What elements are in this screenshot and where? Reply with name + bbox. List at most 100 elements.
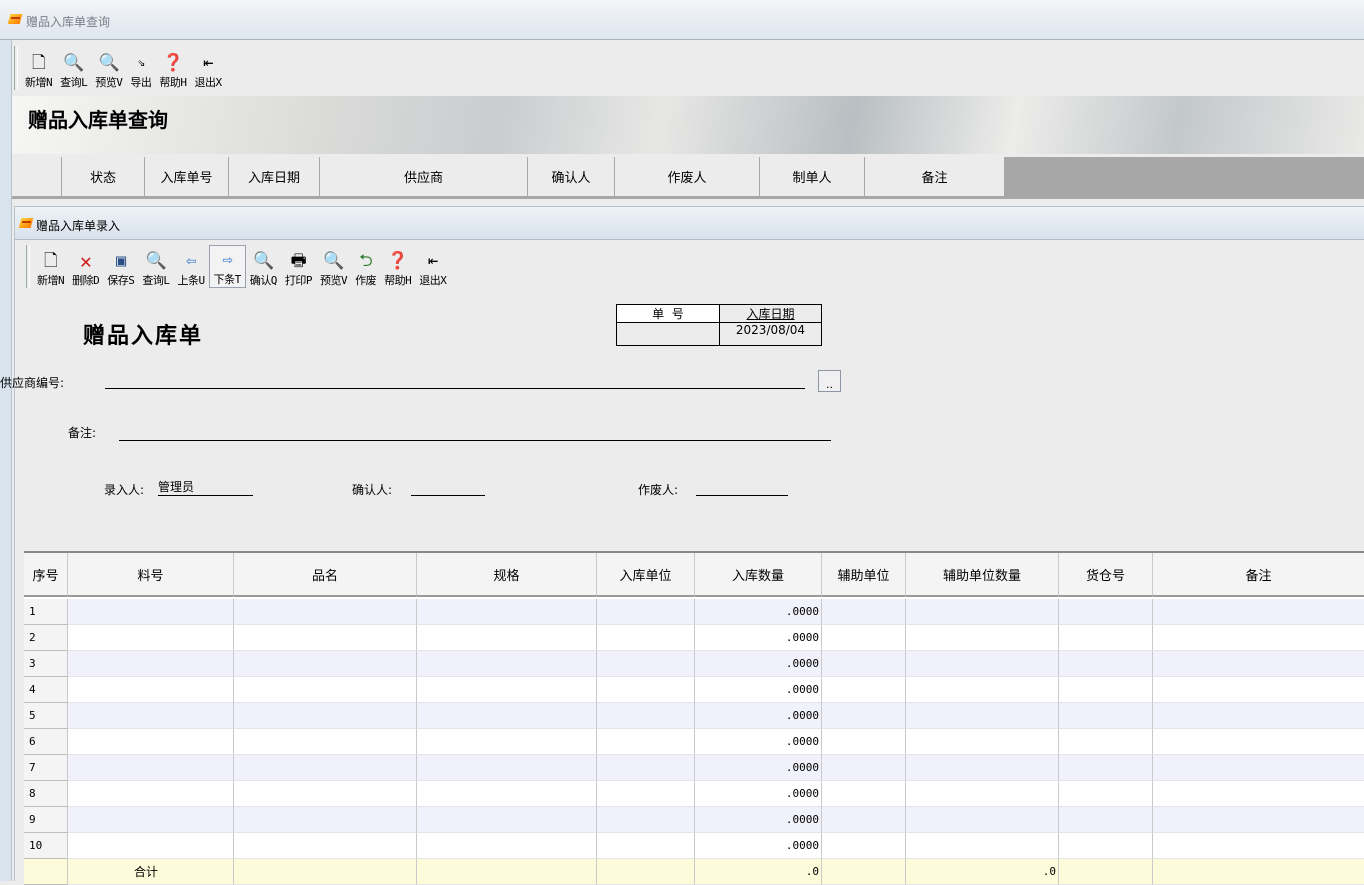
grid-col-header[interactable]: 入库数量 [695, 553, 822, 597]
query-col-header[interactable]: 备注 [865, 157, 1005, 197]
entry-confirm-button[interactable]: 🔍 确认Q [246, 245, 281, 288]
grid-cell[interactable] [1059, 781, 1153, 807]
entry-save-button[interactable]: ▣ 保存S [103, 245, 138, 288]
grid-cell[interactable] [234, 755, 417, 781]
table-row[interactable]: 3 .0000 [24, 651, 1364, 677]
grid-cell[interactable] [417, 807, 597, 833]
qty-cell[interactable]: .0000 [695, 703, 822, 729]
query-col-header[interactable]: 状态 [62, 157, 145, 197]
query-col-header[interactable]: 作废人 [615, 157, 760, 197]
grid-cell[interactable] [417, 599, 597, 625]
grid-cell[interactable] [68, 781, 234, 807]
grid-cell[interactable] [68, 677, 234, 703]
grid-cell[interactable] [1153, 703, 1364, 729]
grid-cell[interactable] [68, 651, 234, 677]
grid-cell[interactable] [597, 833, 695, 859]
entry-prev-button[interactable]: ⇦ 上条U [174, 245, 209, 288]
grid-cell[interactable] [906, 651, 1059, 677]
outer-export-button[interactable]: ⇘ 导出 [126, 46, 155, 90]
grid-cell[interactable] [1153, 833, 1364, 859]
grid-cell[interactable] [417, 651, 597, 677]
grid-cell[interactable] [822, 807, 906, 833]
entry-preview-button[interactable]: 🔍 预览V [316, 245, 351, 288]
entry-new-button[interactable]: 🗋 新增N [33, 245, 68, 288]
supplier-browse-button[interactable]: .. [818, 370, 841, 392]
grid-cell[interactable] [597, 703, 695, 729]
qty-cell[interactable]: .0000 [695, 651, 822, 677]
grid-cell[interactable] [597, 651, 695, 677]
query-col-header[interactable]: 入库日期 [229, 157, 320, 197]
grid-cell[interactable] [597, 807, 695, 833]
grid-cell[interactable] [597, 677, 695, 703]
table-row[interactable]: 1 .0000 [24, 599, 1364, 625]
grid-cell[interactable] [417, 677, 597, 703]
qty-cell[interactable]: .0000 [695, 807, 822, 833]
grid-cell[interactable] [1059, 729, 1153, 755]
grid-cell[interactable] [1059, 651, 1153, 677]
grid-cell[interactable] [822, 703, 906, 729]
qty-cell[interactable]: .0000 [695, 625, 822, 651]
grid-cell[interactable] [1059, 807, 1153, 833]
outer-exit-button[interactable]: ⇤ 退出X [191, 46, 226, 90]
grid-cell[interactable] [417, 781, 597, 807]
grid-cell[interactable] [906, 755, 1059, 781]
entry-exit-button[interactable]: ⇤ 退出X [415, 245, 450, 288]
entry-print-button[interactable]: 🖶 打印P [281, 245, 316, 288]
grid-cell[interactable] [906, 677, 1059, 703]
grid-cell[interactable] [906, 703, 1059, 729]
table-row[interactable]: 6 .0000 [24, 729, 1364, 755]
number-value[interactable] [617, 323, 720, 345]
grid-cell[interactable] [234, 807, 417, 833]
grid-cell[interactable] [417, 625, 597, 651]
grid-cell[interactable] [597, 599, 695, 625]
query-col-header[interactable]: 入库单号 [145, 157, 229, 197]
grid-col-header[interactable]: 序号 [24, 553, 68, 597]
grid-cell[interactable] [1153, 781, 1364, 807]
grid-col-header[interactable]: 辅助单位数量 [906, 553, 1059, 597]
grid-cell[interactable] [822, 833, 906, 859]
grid-col-header[interactable]: 辅助单位 [822, 553, 906, 597]
query-col-header[interactable]: 制单人 [760, 157, 865, 197]
grid-cell[interactable] [417, 833, 597, 859]
grid-cell[interactable] [822, 729, 906, 755]
grid-col-header[interactable]: 入库单位 [597, 553, 695, 597]
grid-cell[interactable] [417, 729, 597, 755]
table-row[interactable]: 4 .0000 [24, 677, 1364, 703]
grid-cell[interactable] [906, 833, 1059, 859]
entry-help-button[interactable]: ❓ 帮助H [380, 245, 415, 288]
grid-cell[interactable] [597, 729, 695, 755]
outer-new-button[interactable]: 🗋 新增N [21, 46, 56, 90]
grid-cell[interactable] [68, 625, 234, 651]
grid-cell[interactable] [234, 651, 417, 677]
grid-cell[interactable] [68, 729, 234, 755]
grid-col-header[interactable]: 备注 [1153, 553, 1364, 597]
grid-cell[interactable] [822, 677, 906, 703]
grid-cell[interactable] [1153, 599, 1364, 625]
grid-cell[interactable] [1153, 755, 1364, 781]
grid-cell[interactable] [822, 625, 906, 651]
qty-cell[interactable]: .0000 [695, 677, 822, 703]
grid-cell[interactable] [417, 755, 597, 781]
qty-cell[interactable]: .0000 [695, 833, 822, 859]
grid-cell[interactable] [1153, 651, 1364, 677]
outer-query-button[interactable]: 🔍 查询L [56, 46, 91, 90]
grid-cell[interactable] [906, 729, 1059, 755]
entry-delete-button[interactable]: ✕ 删除D [68, 245, 103, 288]
grid-cell[interactable] [1153, 807, 1364, 833]
grid-cell[interactable] [234, 599, 417, 625]
grid-cell[interactable] [1059, 599, 1153, 625]
date-value[interactable]: 2023/08/04 [720, 323, 821, 345]
grid-col-header[interactable]: 料号 [68, 553, 234, 597]
grid-cell[interactable] [1059, 755, 1153, 781]
grid-cell[interactable] [597, 755, 695, 781]
qty-cell[interactable]: .0000 [695, 729, 822, 755]
table-row[interactable]: 8 .0000 [24, 781, 1364, 807]
grid-cell[interactable] [234, 729, 417, 755]
grid-cell[interactable] [1059, 703, 1153, 729]
grid-cell[interactable] [906, 807, 1059, 833]
grid-cell[interactable] [68, 833, 234, 859]
grid-cell[interactable] [822, 599, 906, 625]
grid-cell[interactable] [822, 651, 906, 677]
grid-cell[interactable] [68, 755, 234, 781]
grid-cell[interactable] [906, 781, 1059, 807]
